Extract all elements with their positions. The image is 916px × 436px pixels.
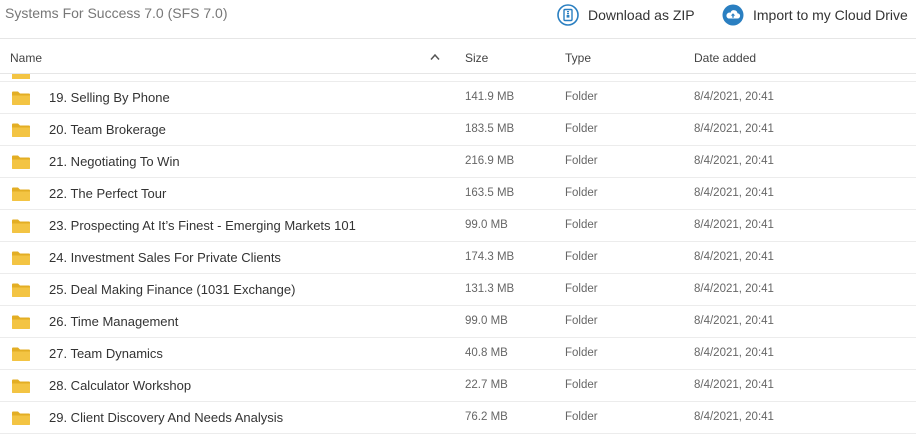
row-name: 21. Negotiating To Win (49, 154, 180, 169)
folder-icon (12, 379, 30, 393)
table-row[interactable]: 24. Investment Sales For Private Clients… (0, 242, 916, 274)
row-type: Folder (565, 379, 598, 391)
row-date: 8/4/2021, 20:41 (694, 315, 774, 327)
row-name: 28. Calculator Workshop (49, 378, 192, 393)
row-size: 216.9 MB (465, 155, 515, 167)
row-name: 19. Selling By Phone (49, 90, 170, 105)
row-date: 8/4/2021, 20:41 (694, 411, 774, 423)
table-row[interactable]: 29. Client Discovery And Needs Analysis … (0, 402, 916, 434)
table-row[interactable]: 27. Team Dynamics 40.8 MB Folder 8/4/202… (0, 338, 916, 370)
folder-icon (12, 91, 30, 105)
download-zip-button[interactable]: Download as ZIP (557, 3, 695, 27)
row-type: Folder (565, 91, 598, 103)
folder-icon (12, 283, 30, 297)
row-type: Folder (565, 251, 598, 263)
row-name: 24. Investment Sales For Private Clients (49, 250, 281, 265)
column-size[interactable]: Size (465, 51, 488, 65)
row-type: Folder (565, 283, 598, 295)
row-date: 8/4/2021, 20:41 (694, 379, 774, 391)
row-name: 27. Team Dynamics (49, 346, 163, 361)
row-type: Folder (565, 187, 598, 199)
cloud-upload-icon (722, 4, 744, 26)
row-size: 99.0 MB (465, 219, 508, 231)
row-date: 8/4/2021, 20:41 (694, 91, 774, 103)
row-date: 8/4/2021, 20:41 (694, 219, 774, 231)
column-type[interactable]: Type (565, 51, 591, 65)
table-row[interactable]: 26. Time Management 99.0 MB Folder 8/4/2… (0, 306, 916, 338)
row-size: 174.3 MB (465, 251, 515, 263)
table-row[interactable]: 21. Negotiating To Win 216.9 MB Folder 8… (0, 146, 916, 178)
folder-icon (12, 315, 30, 329)
table-row[interactable]: 19. Selling By Phone 141.9 MB Folder 8/4… (0, 82, 916, 114)
folder-icon (12, 411, 30, 425)
sort-ascending-icon[interactable] (430, 53, 440, 61)
row-size: 183.5 MB (465, 123, 515, 135)
row-size: 40.8 MB (465, 347, 508, 359)
row-date: 8/4/2021, 20:41 (694, 251, 774, 263)
row-size: 76.2 MB (465, 411, 508, 423)
folder-icon (12, 251, 30, 265)
folder-icon (12, 123, 30, 137)
row-type: Folder (565, 155, 598, 167)
row-date: 8/4/2021, 20:41 (694, 283, 774, 295)
row-name: 22. The Perfect Tour (49, 186, 167, 201)
import-cloud-button[interactable]: Import to my Cloud Drive (722, 3, 908, 27)
folder-icon (12, 219, 30, 233)
row-size: 99.0 MB (465, 315, 508, 327)
row-name: 26. Time Management (49, 314, 179, 329)
table-row[interactable]: 20. Team Brokerage 183.5 MB Folder 8/4/2… (0, 114, 916, 146)
table-row[interactable]: 28. Calculator Workshop 22.7 MB Folder 8… (0, 370, 916, 402)
file-list[interactable]: 19. Selling By Phone 141.9 MB Folder 8/4… (0, 74, 916, 436)
row-type: Folder (565, 411, 598, 423)
folder-icon (12, 155, 30, 169)
row-size: 163.5 MB (465, 187, 515, 199)
folder-icon (12, 187, 30, 201)
table-header: Name Size Type Date added (0, 38, 916, 74)
row-date: 8/4/2021, 20:41 (694, 347, 774, 359)
column-date-added[interactable]: Date added (694, 51, 756, 65)
table-row[interactable]: 23. Prospecting At It’s Finest - Emergin… (0, 210, 916, 242)
row-date: 8/4/2021, 20:41 (694, 123, 774, 135)
row-name: 20. Team Brokerage (49, 122, 166, 137)
table-row[interactable]: 25. Deal Making Finance (1031 Exchange) … (0, 274, 916, 306)
row-type: Folder (565, 219, 598, 231)
row-name: 29. Client Discovery And Needs Analysis (49, 410, 284, 425)
download-zip-label: Download as ZIP (588, 7, 695, 23)
folder-icon (12, 74, 30, 79)
row-size: 22.7 MB (465, 379, 508, 391)
row-date: 8/4/2021, 20:41 (694, 187, 774, 199)
row-size: 131.3 MB (465, 283, 515, 295)
column-name[interactable]: Name (10, 51, 42, 65)
row-name: 25. Deal Making Finance (1031 Exchange) (49, 282, 296, 297)
row-type: Folder (565, 315, 598, 327)
row-type: Folder (565, 347, 598, 359)
top-bar: Systems For Success 7.0 (SFS 7.0) Downlo… (0, 0, 916, 38)
folder-icon (12, 347, 30, 361)
row-name: 23. Prospecting At It’s Finest - Emergin… (49, 218, 356, 233)
row-type: Folder (565, 123, 598, 135)
partial-row (0, 74, 916, 82)
row-date: 8/4/2021, 20:41 (694, 155, 774, 167)
row-size: 141.9 MB (465, 91, 515, 103)
table-row[interactable]: 22. The Perfect Tour 163.5 MB Folder 8/4… (0, 178, 916, 210)
zip-file-icon (557, 4, 579, 26)
import-cloud-label: Import to my Cloud Drive (753, 7, 908, 23)
folder-title: Systems For Success 7.0 (SFS 7.0) (5, 5, 228, 21)
